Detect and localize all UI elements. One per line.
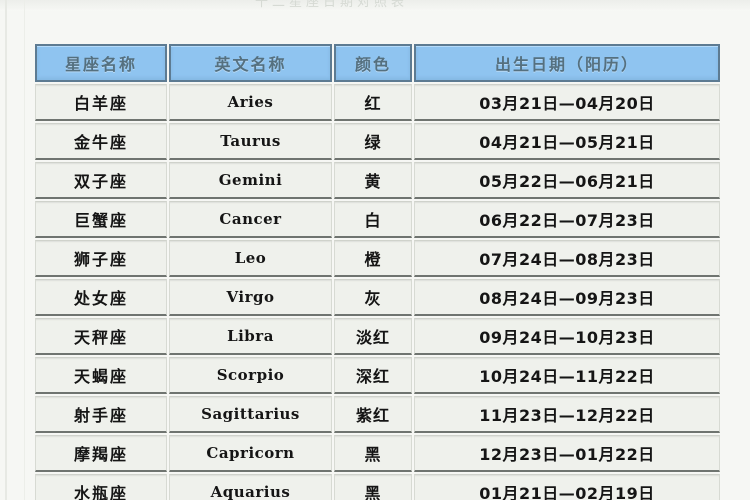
table-row: 双子座 Gemini 黄 05月22日—06月21日 — [35, 162, 720, 199]
cell-cn-name: 白羊座 — [35, 84, 167, 121]
cell-cn-name: 巨蟹座 — [35, 201, 167, 238]
cell-birth-date: 06月22日—07月23日 — [414, 201, 720, 238]
table-row: 天秤座 Libra 淡红 09月24日—10月23日 — [35, 318, 720, 355]
table-row: 天蝎座 Scorpio 深红 10月24日—11月22日 — [35, 357, 720, 394]
cell-birth-date: 11月23日—12月22日 — [414, 396, 720, 433]
cell-eng-name: Cancer — [169, 201, 332, 238]
cell-color: 淡红 — [334, 318, 412, 355]
table-row: 狮子座 Leo 橙 07月24日—08月23日 — [35, 240, 720, 277]
cell-eng-name: Aquarius — [169, 474, 332, 500]
cell-eng-name: Capricorn — [169, 435, 332, 472]
table-header-row: 星座名称 英文名称 颜色 出生日期（阳历） — [35, 44, 720, 82]
column-header-eng-name[interactable]: 英文名称 — [169, 44, 332, 82]
cell-color: 绿 — [334, 123, 412, 160]
cell-eng-name: Virgo — [169, 279, 332, 316]
page-left-edge-rule — [5, 0, 7, 500]
cell-birth-date: 10月24日—11月22日 — [414, 357, 720, 394]
cell-birth-date: 05月22日—06月21日 — [414, 162, 720, 199]
cell-color: 黑 — [334, 474, 412, 500]
cell-birth-date: 01月21日—02月19日 — [414, 474, 720, 500]
page-root: 十二星座日期对照表 星座名称 英文名称 颜色 出生日期（阳历） 白羊座 Aries… — [0, 0, 750, 500]
cell-cn-name: 金牛座 — [35, 123, 167, 160]
cell-color: 灰 — [334, 279, 412, 316]
table-row: 处女座 Virgo 灰 08月24日—09月23日 — [35, 279, 720, 316]
cell-color: 深红 — [334, 357, 412, 394]
top-clipped-title-strip: 十二星座日期对照表 — [0, 0, 750, 11]
column-header-cn-name[interactable]: 星座名称 — [35, 44, 167, 82]
cell-color: 黑 — [334, 435, 412, 472]
cell-cn-name: 摩羯座 — [35, 435, 167, 472]
cell-cn-name: 天秤座 — [35, 318, 167, 355]
cell-birth-date: 04月21日—05月21日 — [414, 123, 720, 160]
cell-birth-date: 03月21日—04月20日 — [414, 84, 720, 121]
cell-eng-name: Leo — [169, 240, 332, 277]
table-row: 金牛座 Taurus 绿 04月21日—05月21日 — [35, 123, 720, 160]
table-body: 白羊座 Aries 红 03月21日—04月20日 金牛座 Taurus 绿 04月21日—0… — [35, 84, 720, 500]
cell-birth-date: 08月24日—09月23日 — [414, 279, 720, 316]
cell-cn-name: 处女座 — [35, 279, 167, 316]
table-row: 白羊座 Aries 红 03月21日—04月20日 — [35, 84, 720, 121]
table-row: 摩羯座 Capricorn 黑 12月23日—01月22日 — [35, 435, 720, 472]
table-row: 水瓶座 Aquarius 黑 01月21日—02月19日 — [35, 474, 720, 500]
table-header: 星座名称 英文名称 颜色 出生日期（阳历） — [35, 44, 720, 82]
zodiac-table-container: 星座名称 英文名称 颜色 出生日期（阳历） 白羊座 Aries 红 03月21日—04… — [33, 42, 720, 500]
cell-color: 红 — [334, 84, 412, 121]
cell-birth-date: 12月23日—01月22日 — [414, 435, 720, 472]
cell-cn-name: 双子座 — [35, 162, 167, 199]
cell-eng-name: Sagittarius — [169, 396, 332, 433]
cell-eng-name: Scorpio — [169, 357, 332, 394]
cell-birth-date: 09月24日—10月23日 — [414, 318, 720, 355]
cell-eng-name: Aries — [169, 84, 332, 121]
cell-eng-name: Libra — [169, 318, 332, 355]
cell-eng-name: Gemini — [169, 162, 332, 199]
top-clipped-title: 十二星座日期对照表 — [255, 0, 409, 10]
zodiac-sign-date-table: 星座名称 英文名称 颜色 出生日期（阳历） 白羊座 Aries 红 03月21日—04… — [33, 42, 722, 500]
page-left-inner-rule — [24, 0, 25, 500]
cell-cn-name: 狮子座 — [35, 240, 167, 277]
column-header-color[interactable]: 颜色 — [334, 44, 412, 82]
cell-color: 白 — [334, 201, 412, 238]
cell-cn-name: 水瓶座 — [35, 474, 167, 500]
table-row: 巨蟹座 Cancer 白 06月22日—07月23日 — [35, 201, 720, 238]
cell-color: 黄 — [334, 162, 412, 199]
cell-cn-name: 天蝎座 — [35, 357, 167, 394]
cell-cn-name: 射手座 — [35, 396, 167, 433]
cell-color: 紫红 — [334, 396, 412, 433]
cell-color: 橙 — [334, 240, 412, 277]
table-row: 射手座 Sagittarius 紫红 11月23日—12月22日 — [35, 396, 720, 433]
cell-eng-name: Taurus — [169, 123, 332, 160]
column-header-birth-date[interactable]: 出生日期（阳历） — [414, 44, 720, 82]
cell-birth-date: 07月24日—08月23日 — [414, 240, 720, 277]
